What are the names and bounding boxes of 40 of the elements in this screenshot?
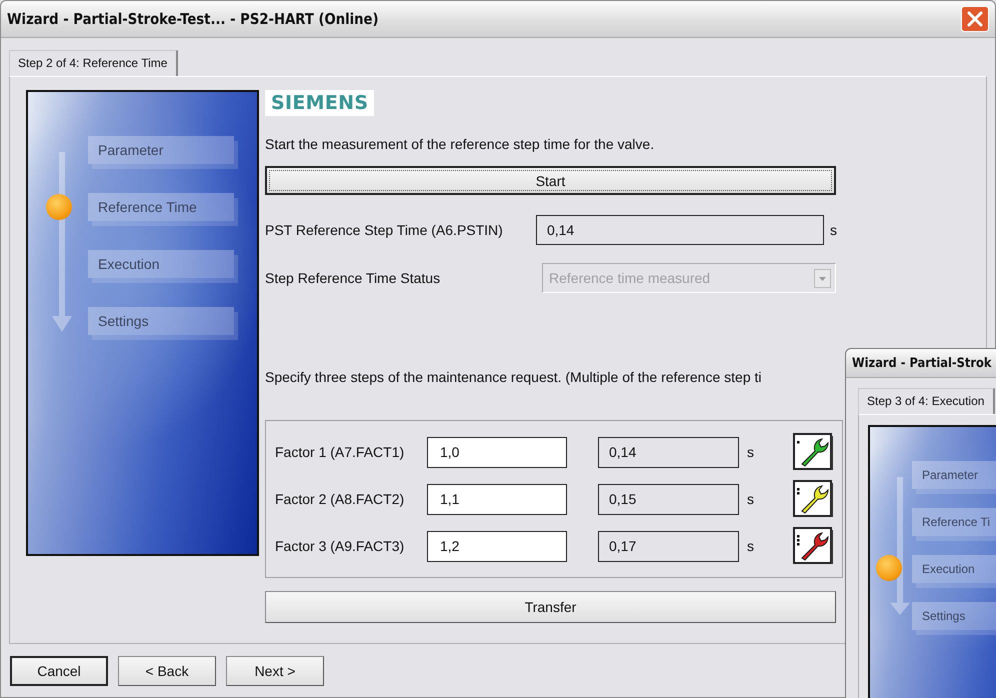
tab[interactable]: Step 2 of 4: Reference Time [9,50,178,76]
nav-button[interactable]: Next > [226,656,324,686]
step-item: Settings [88,307,234,335]
wrench-icon[interactable] [793,480,833,518]
field-label: Step Reference Time Status [265,270,442,286]
unit-label: s [830,222,837,238]
unit-label: s [747,444,755,460]
window-title: Wizard - Partial-Stroke-Test... - PS2-HART (Online) [7,10,379,28]
close-icon[interactable] [961,6,989,32]
time-field: 0,15 [598,484,739,514]
factor-field[interactable]: 1,0 [427,436,567,468]
step-item: Parameter [88,136,234,164]
step-item: Settings [912,602,996,630]
field-label: PST Reference Step Time (A6.PSTIN) [265,222,504,238]
transfer-button[interactable]: Transfer [265,591,836,623]
step-item: Parameter [912,461,996,489]
time-field: 0,17 [598,530,739,562]
wrench-icon[interactable] [793,433,833,471]
wrench-icon[interactable] [793,527,833,565]
unit-label: s [747,538,755,554]
start-button[interactable]: Start [265,166,836,195]
tab[interactable]: Step 3 of 4: Execution [858,388,996,414]
factor-field[interactable]: 1,1 [427,484,567,514]
nav-button[interactable]: < Back [118,656,216,686]
field-label: Factor 2 (A8.FACT2) [275,491,406,507]
step-item: Reference Time [88,193,234,221]
logo: SIEMENS [265,90,374,116]
reference-time-field[interactable]: 0,14 [536,215,824,245]
step-item: Execution [912,555,996,583]
field-label: Factor 3 (A9.FACT3) [275,538,406,554]
step-item: Execution [88,250,234,278]
unit-label: s [747,491,755,507]
instruction-text: Specify three steps of the maintenance request. (Multiple of the reference step ti [265,369,762,385]
time-field: 0,14 [598,436,739,468]
instruction-text: Start the measurement of the reference step time for the valve. [265,136,656,152]
field-label: Factor 1 (A7.FACT1) [275,444,406,460]
nav-button[interactable]: Cancel [10,656,108,686]
window-title: Wizard - Partial-Strok [852,356,992,370]
factor-field[interactable]: 1,2 [427,530,567,562]
step-item: Reference Ti [912,508,996,536]
